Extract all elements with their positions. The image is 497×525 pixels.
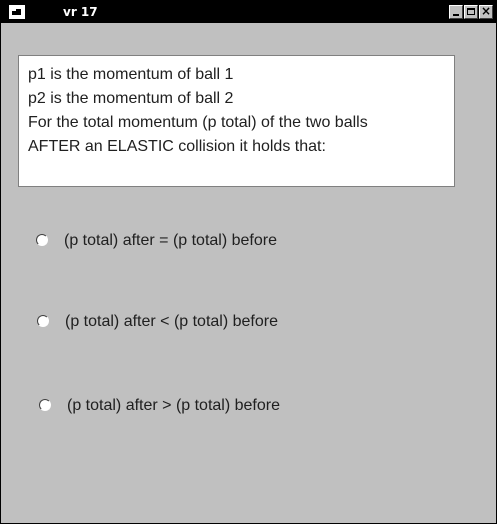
maximize-button[interactable]: [464, 5, 478, 19]
question-line-4: AFTER an ELASTIC collision it holds that…: [28, 138, 326, 155]
app-icon[interactable]: [9, 5, 25, 19]
answer-option-label[interactable]: (p total) after = (p total) before: [64, 232, 277, 250]
radio-button-icon[interactable]: [37, 315, 49, 327]
question-line-2: p2 is the momentum of ball 2: [28, 90, 234, 107]
minimize-icon: [453, 14, 459, 16]
answer-option-label[interactable]: (p total) after < (p total) before: [65, 313, 278, 331]
close-button[interactable]: ×: [479, 4, 493, 19]
question-panel: p1 is the momentum of ball 1 p2 is the m…: [18, 55, 455, 187]
app-window: vr 17 × p1 is the momentum of ball 1 p2 …: [0, 0, 497, 524]
title-bar[interactable]: vr 17 ×: [1, 1, 496, 23]
maximize-icon: [467, 8, 475, 15]
minimize-button[interactable]: [449, 5, 463, 19]
close-icon: ×: [480, 4, 492, 18]
radio-button-icon[interactable]: [39, 399, 51, 411]
window-title: vr 17: [63, 5, 98, 19]
radio-button-icon[interactable]: [36, 234, 48, 246]
question-line-1: p1 is the momentum of ball 1: [28, 66, 234, 83]
question-line-3: For the total momentum (p total) of the …: [28, 114, 368, 131]
answer-option-label[interactable]: (p total) after > (p total) before: [67, 397, 280, 415]
